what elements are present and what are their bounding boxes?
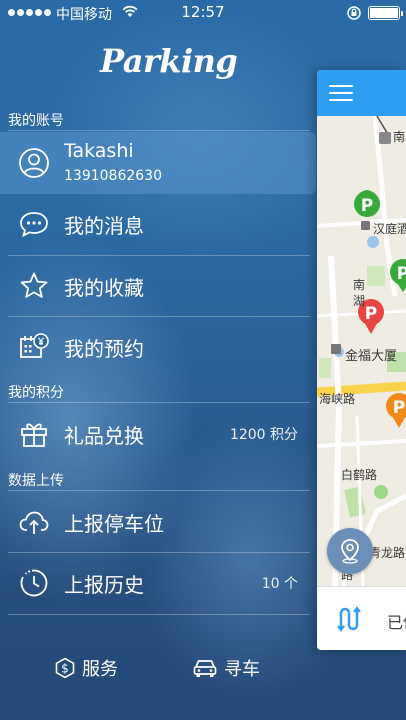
map-header <box>317 70 406 116</box>
rotation-lock-icon <box>347 6 361 20</box>
menu-item-gifts[interactable]: 礼品兑换 1200 积分 <box>0 404 312 464</box>
points-value: 1200 积分 <box>229 427 298 443</box>
menu-label-reservations: 我的预约 <box>64 336 144 361</box>
svg-text:P: P <box>393 398 405 418</box>
divider <box>8 130 310 131</box>
route-icon[interactable] <box>335 605 363 633</box>
history-clock-icon <box>20 569 48 597</box>
status-bar: 中国移动 12:57 <box>0 0 406 26</box>
find-car-label: 寻车 <box>224 659 260 680</box>
history-count: 10 个 <box>261 576 298 592</box>
cloud-upload-icon <box>19 511 49 534</box>
menu-label-messages: 我的消息 <box>64 213 144 238</box>
service-label: 服务 <box>82 659 118 680</box>
svg-text:$: $ <box>61 662 69 676</box>
main-map-panel[interactable]: P P P P 南 汉庭酒 南 湖 金福大厦 海峡路 白鹤路 青龙路 路 已 <box>317 70 406 650</box>
divider <box>8 490 310 491</box>
section-label-points: 我的积分 <box>8 385 64 401</box>
account-phone: 13910862630 <box>64 168 162 184</box>
calendar-yen-icon <box>20 333 49 358</box>
battery-icon <box>368 6 403 20</box>
map-label: 南 <box>393 130 406 144</box>
menu-label-report-history: 上报历史 <box>64 572 144 597</box>
map-label: 金福大厦 <box>345 349 398 364</box>
menu-item-report-parking[interactable]: 上报停车位 <box>0 492 312 552</box>
map-label: 白鹤路 <box>341 468 378 482</box>
car-icon <box>193 660 217 677</box>
menu-item-favorites[interactable]: 我的收藏 <box>0 256 312 316</box>
find-car-button[interactable]: 寻车 <box>192 655 260 681</box>
map-label: 南 <box>353 278 366 292</box>
app-logo: Parking <box>100 42 238 80</box>
locate-button[interactable] <box>327 528 373 574</box>
account-name: Takashi <box>64 140 134 162</box>
menu-item-reservations[interactable]: 我的预约 <box>0 317 312 377</box>
menu-label-report-parking: 上报停车位 <box>64 511 164 536</box>
map-label: 青龙路 <box>369 546 406 560</box>
menu-label-gifts: 礼品兑换 <box>64 423 144 448</box>
location-pin-icon <box>341 539 359 564</box>
hamburger-menu-icon[interactable] <box>329 85 353 101</box>
map-label: 海峡路 <box>319 392 356 406</box>
star-icon <box>20 272 48 298</box>
map-view[interactable]: P P P P 南 汉庭酒 南 湖 金福大厦 海峡路 白鹤路 青龙路 路 <box>317 115 406 588</box>
divider <box>8 614 310 615</box>
section-label-account: 我的账号 <box>8 113 64 129</box>
menu-item-report-history[interactable]: 上报历史 10 个 <box>0 553 312 613</box>
footer-status-text: 已传 <box>387 613 406 632</box>
account-card[interactable]: Takashi 13910862630 <box>0 132 316 194</box>
menu-item-messages[interactable]: 我的消息 <box>0 194 312 254</box>
user-avatar-icon <box>19 148 49 178</box>
service-button[interactable]: $ 服务 <box>54 655 118 681</box>
svg-text:P: P <box>361 196 373 216</box>
svg-text:P: P <box>365 304 377 324</box>
map-label: 湖 <box>353 294 366 308</box>
chat-bubble-icon <box>20 212 48 238</box>
gift-icon <box>21 423 47 447</box>
map-label: 汉庭酒 <box>373 222 406 236</box>
map-footer: 已传 <box>317 586 406 650</box>
divider <box>8 402 310 403</box>
section-label-upload: 数据上传 <box>8 473 64 489</box>
service-badge-icon: $ <box>55 657 75 679</box>
menu-label-favorites: 我的收藏 <box>64 275 144 300</box>
svg-text:P: P <box>397 264 406 284</box>
